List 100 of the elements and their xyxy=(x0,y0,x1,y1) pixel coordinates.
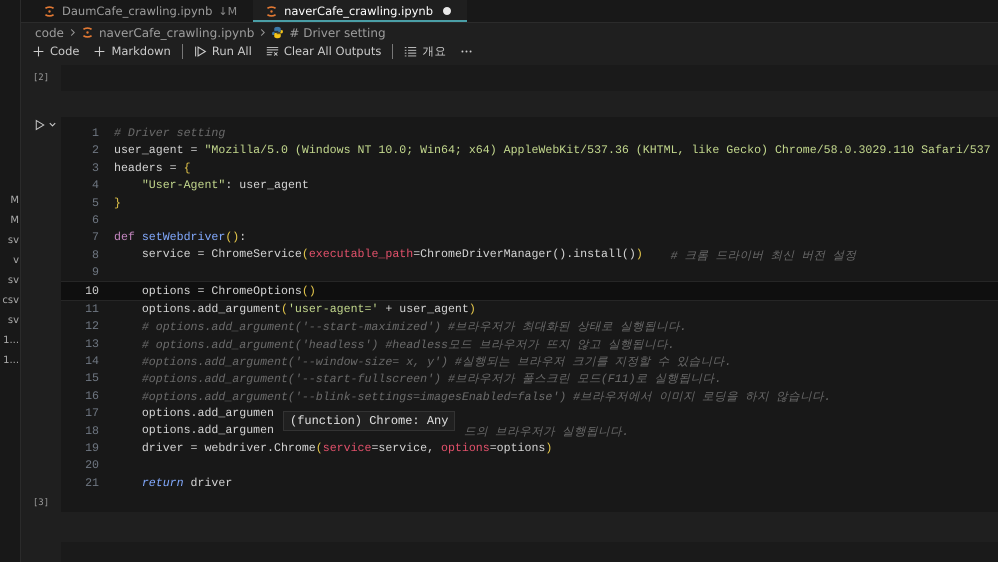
line-number: 14 xyxy=(84,355,100,368)
code-token: ( xyxy=(302,248,309,263)
code-token: "User-Agent" xyxy=(142,179,226,192)
breadcrumb-item[interactable]: # Driver setting xyxy=(289,26,386,40)
code-token: =options xyxy=(490,442,546,456)
code-token: ) xyxy=(545,442,552,456)
code-token: } xyxy=(114,196,121,210)
line-number: 18 xyxy=(84,424,100,438)
chevron-right-icon xyxy=(259,28,266,38)
toolbar-button[interactable]: 개요 xyxy=(399,42,452,61)
file-name-fragment[interactable]: csv xyxy=(2,293,20,308)
code-token: + user_agent xyxy=(384,302,469,316)
code-token: driver = webdriver.Chrome xyxy=(142,442,316,456)
notebook-file-icon xyxy=(265,4,278,18)
code-token: () xyxy=(225,231,240,244)
code-token: setWebdriver xyxy=(142,231,226,244)
line-number: 5 xyxy=(91,196,100,210)
line-number: 2 xyxy=(91,144,100,158)
code-token: ( xyxy=(280,302,288,316)
code-token: 드의 브라우저가 실행됩니다. xyxy=(464,424,629,439)
code-token: def xyxy=(114,231,136,244)
chevron-down-icon[interactable] xyxy=(48,120,56,130)
execution-count: [2] xyxy=(32,72,50,83)
code-token: #options.add_argument('--window-size= x, y') #실행되는 브라우저 크기를 지정할 수 있습니다. xyxy=(142,355,732,370)
breadcrumb-item[interactable]: naverCafe_crawling.ipynb xyxy=(98,26,254,40)
toolbar-button[interactable]: Run All xyxy=(188,42,257,60)
line-number: 4 xyxy=(91,179,100,192)
code-token: : xyxy=(239,231,246,244)
hover-tooltip: (function) Chrome: Any xyxy=(283,411,456,432)
code-token: options.add_argumen xyxy=(142,407,274,420)
file-name-fragment[interactable]: M xyxy=(10,213,20,228)
git-status-label: ↓M xyxy=(218,4,238,18)
toolbar-button[interactable]: Code xyxy=(27,42,84,60)
tab-label: naverCafe_crawling.ipynb xyxy=(284,4,434,18)
plus-icon xyxy=(32,44,45,58)
code-token: # options.add_argument('headless') #headless모드 브라우저가 뜨지 않고 실행됩니다. xyxy=(142,338,675,352)
code-token: headers = xyxy=(114,162,178,175)
file-name-fragment[interactable]: 1... xyxy=(3,333,20,348)
code-editor[interactable] xyxy=(61,116,998,512)
editor-tab[interactable]: naverCafe_crawling.ipynb xyxy=(253,0,468,22)
code-token: { xyxy=(184,162,191,175)
notebook-file-icon xyxy=(80,26,94,40)
python-icon xyxy=(271,26,284,40)
code-token: ) xyxy=(636,248,643,263)
code-token: # options.add_argument('--start-maximized') #브라우저가 최대화된 상태로 실행됩니다. xyxy=(142,320,687,334)
notebook-file-icon xyxy=(43,4,56,18)
line-number: 9 xyxy=(91,266,100,280)
list-icon xyxy=(404,44,418,58)
code-token: =service, xyxy=(371,442,436,456)
line-number: 16 xyxy=(84,390,100,403)
line-number: 20 xyxy=(84,459,100,472)
code-token: # Driver setting xyxy=(114,126,226,140)
code-token: =ChromeDriverManager().install() xyxy=(413,248,636,263)
code-token: 'user-agent=' xyxy=(288,302,378,316)
run-cell-icon[interactable] xyxy=(34,118,46,131)
code-token: "Mozilla/5.0 (Windows NT 10.0; Win64; x64) AppleWebKit/537.36 (KHTML, like Gecko) Chrome/58.0.3029.110 Safari/537 xyxy=(204,144,991,158)
run-icon xyxy=(194,44,207,58)
code-token: executable_path xyxy=(308,248,414,263)
line-number: 15 xyxy=(84,372,100,386)
chevron-right-icon xyxy=(68,28,76,38)
code-token: ( xyxy=(316,442,323,456)
tab-label: DaumCafe_crawling.ipynb xyxy=(62,4,212,18)
toolbar-button[interactable]: Clear All Outputs xyxy=(260,42,386,60)
code-token: user_agent = xyxy=(114,144,198,158)
editor-tab[interactable]: DaumCafe_crawling.ipynb ↓M xyxy=(31,0,254,22)
line-number: 17 xyxy=(84,407,100,420)
code-token: options = ChromeOptions xyxy=(142,284,302,298)
line-number: 3 xyxy=(91,162,100,175)
code-token: #options.add_argument('--blink-settings=imagesEnabled=false') #브라우저에서 이미지 로딩을 하지 않습니다. xyxy=(142,390,831,404)
file-name-fragment[interactable]: sv xyxy=(8,313,20,328)
code-token: ) xyxy=(468,302,476,316)
code-token: #options.add_argument('--start-fullscreen') #브라우저가 풀스크린 모드(F11)로 실행됩니다. xyxy=(142,372,722,386)
unsaved-dot-icon[interactable] xyxy=(443,7,452,16)
breadcrumb-item[interactable]: code xyxy=(35,26,64,40)
code-token: options.add_argument xyxy=(142,302,281,316)
line-number: 19 xyxy=(84,442,100,456)
code-token: # 크롬 드라이버 최신 버전 설정 xyxy=(670,248,856,263)
code-token: service xyxy=(322,442,372,456)
line-number: 12 xyxy=(84,320,100,334)
file-name-fragment[interactable]: sv xyxy=(8,273,20,288)
file-name-fragment[interactable]: 1... xyxy=(3,353,20,368)
line-number: 21 xyxy=(84,476,100,490)
file-name-fragment[interactable]: v xyxy=(13,253,20,268)
line-number: 1 xyxy=(91,126,100,140)
line-number: 6 xyxy=(91,214,100,227)
line-number: 8 xyxy=(91,248,100,262)
file-name-fragment[interactable]: M xyxy=(10,193,20,208)
toolbar-button[interactable]: Markdown xyxy=(88,42,176,60)
line-number: 13 xyxy=(84,338,100,351)
line-number: 7 xyxy=(91,231,100,244)
execution-count: [3] xyxy=(32,498,50,508)
code-token: options xyxy=(441,442,490,456)
code-token: service = ChromeService xyxy=(142,248,302,263)
code-token: options.add_argumen xyxy=(142,424,274,439)
code-token: return xyxy=(142,476,184,490)
line-number: 10 xyxy=(84,284,100,298)
plus-icon xyxy=(93,44,106,58)
clear-outputs-icon xyxy=(266,44,279,58)
code-token: () xyxy=(302,284,316,298)
file-name-fragment[interactable]: sv xyxy=(8,233,20,248)
